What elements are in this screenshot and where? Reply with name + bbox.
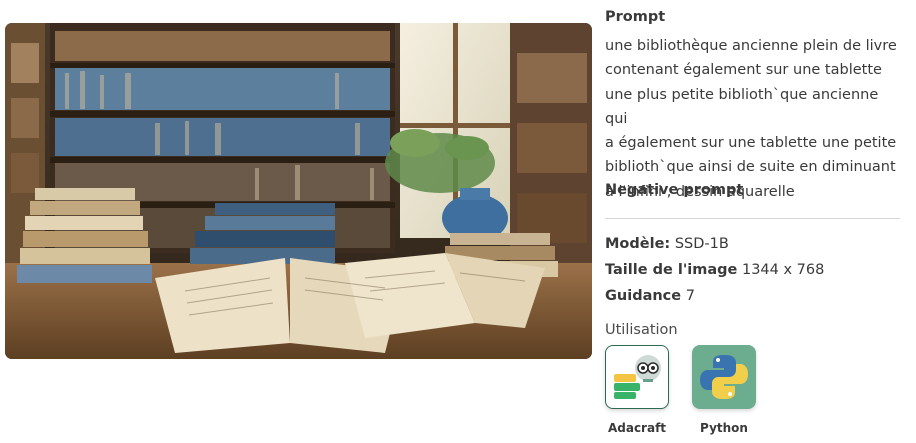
image-size-label: Taille de l'image	[605, 262, 738, 278]
adacraft-button[interactable]	[605, 345, 669, 409]
prompt-line: une plus petite biblioth`que ancienne qu…	[605, 86, 879, 127]
prompt-line: a également sur une tablette une petite	[605, 135, 897, 152]
guidance-label: Guidance	[605, 288, 682, 304]
generated-image[interactable]	[5, 23, 592, 359]
python-button[interactable]	[692, 345, 756, 409]
image-size-value: 1344 x 768	[741, 262, 825, 278]
model-label: Modèle:	[605, 236, 671, 252]
library-illustration	[5, 23, 592, 359]
model-value: SSD-1B	[674, 236, 729, 252]
adacraft-icon	[614, 355, 661, 399]
prompt-line: une bibliothèque ancienne plein de livre	[605, 38, 897, 54]
python-label: Python	[700, 421, 748, 435]
prompt-line: biblioth`que ainsi de suite en diminuant	[605, 159, 896, 176]
guidance-value: 7	[685, 288, 695, 304]
guidance-row: Guidance 7	[605, 288, 695, 304]
divider	[605, 218, 900, 219]
prompt-heading: Prompt	[605, 9, 666, 25]
adacraft-label: Adacraft	[607, 421, 667, 435]
prompt-text: une bibliothèque ancienne plein de livre…	[605, 34, 905, 204]
python-icon	[700, 355, 748, 399]
image-size-row: Taille de l'image 1344 x 768	[605, 262, 824, 278]
model-row: Modèle: SSD-1B	[605, 236, 729, 252]
usage-label: Utilisation	[605, 322, 678, 338]
negative-prompt-heading: Negative prompt	[605, 182, 744, 198]
prompt-line: contenant également sur une tablette	[605, 62, 882, 79]
